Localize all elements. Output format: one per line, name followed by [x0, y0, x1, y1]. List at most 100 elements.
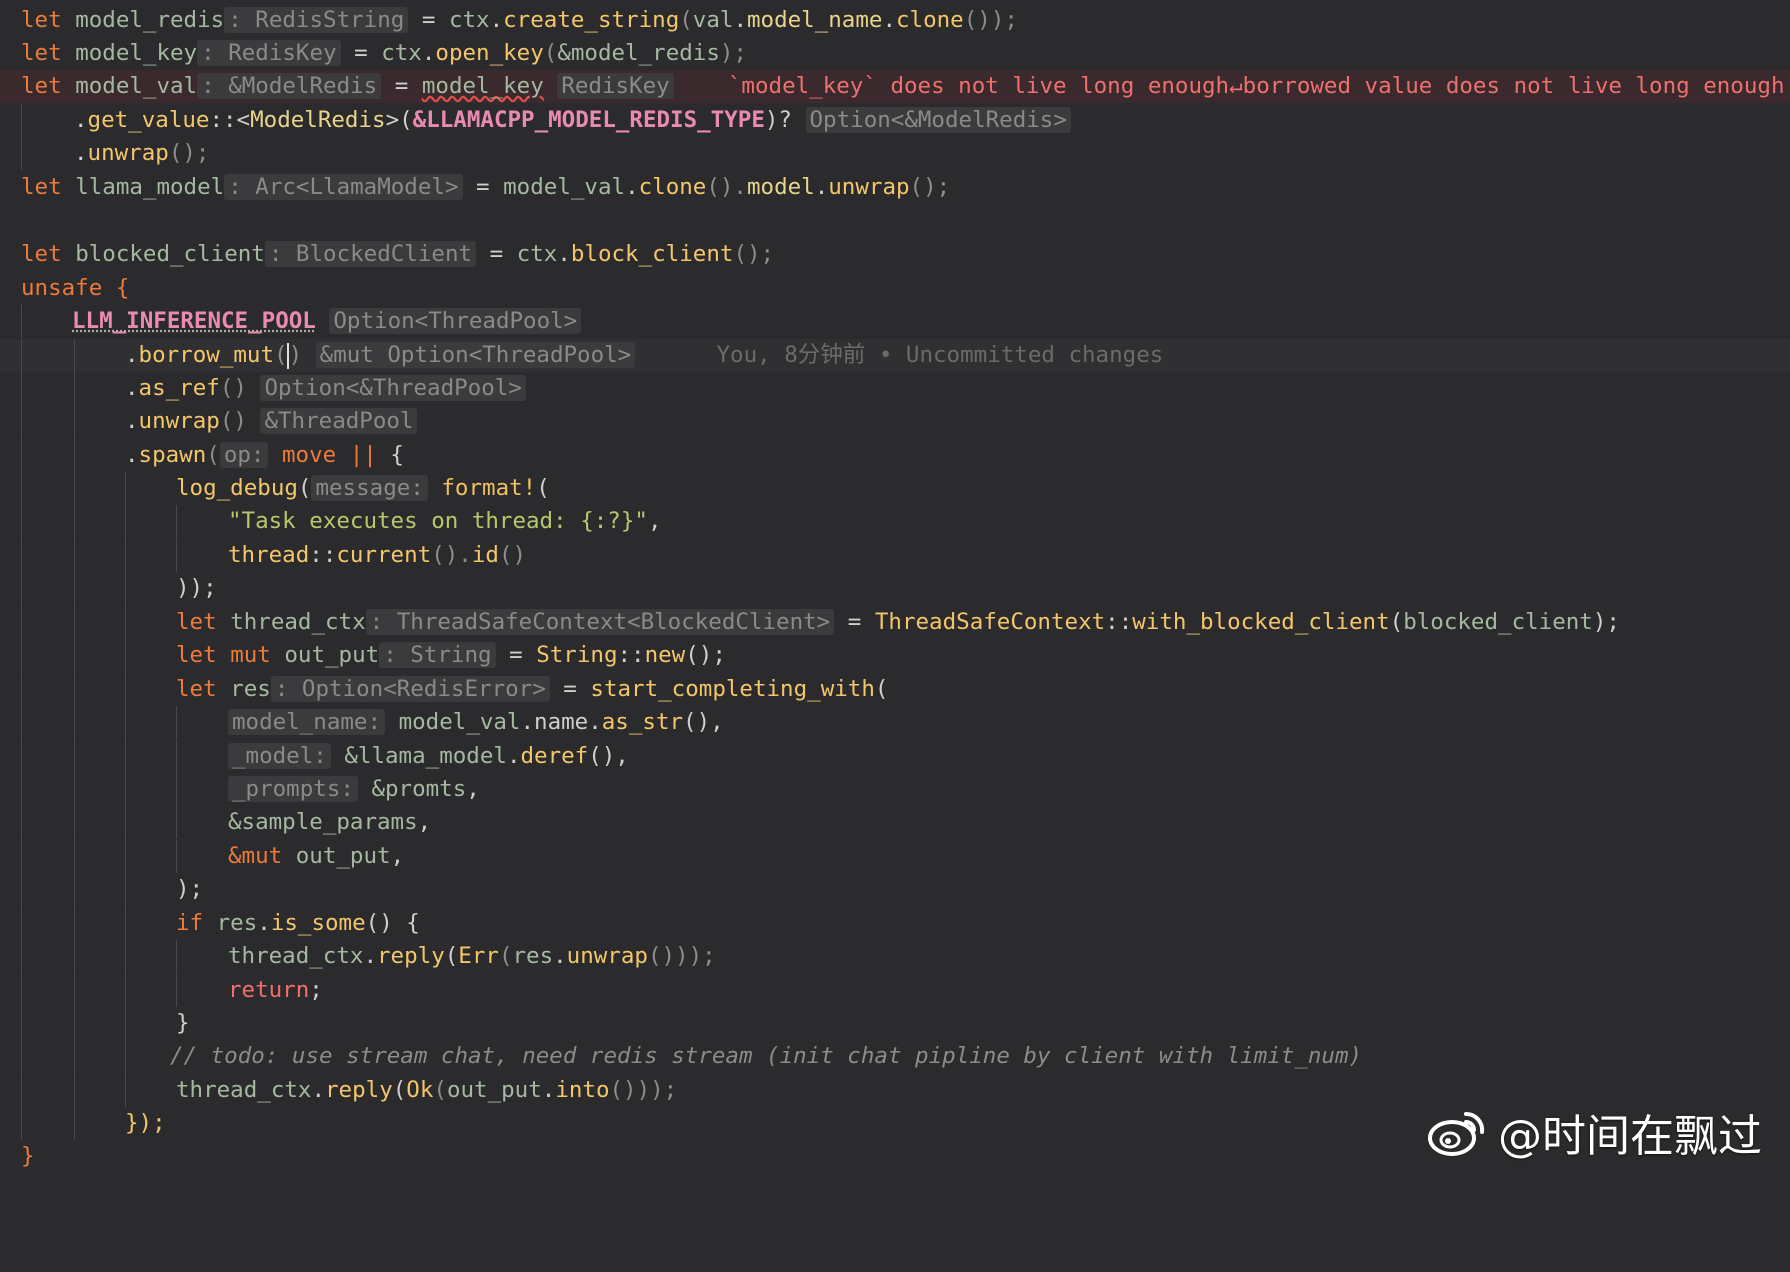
- keyword: let: [21, 174, 62, 200]
- punctuation: .: [125, 342, 139, 368]
- type-hint: RedisKey: [557, 73, 674, 99]
- indent-guide: [21, 539, 22, 572]
- indent-guide: [21, 505, 22, 538]
- module-path: thread: [228, 542, 310, 568]
- indent-guide: [125, 974, 126, 1007]
- punctuation: ;: [309, 977, 323, 1003]
- code-line[interactable]: return;: [0, 974, 1790, 1007]
- error-lens-message[interactable]: `model_key` does not live long enough↵bo…: [728, 73, 1785, 99]
- function-call: id: [471, 542, 499, 568]
- indent-guide: [21, 907, 22, 940]
- git-blame-annotation[interactable]: You, 8分钟前 • Uncommitted changes: [717, 342, 1164, 368]
- operator: =: [495, 642, 537, 668]
- static-constant: LLM_INFERENCE_POOL: [72, 308, 316, 334]
- function-call: reply: [325, 1077, 393, 1103]
- code-line[interactable]: let model_key: RedisKey = ctx.open_key(&…: [0, 37, 1790, 70]
- identifier: model_val: [75, 73, 198, 99]
- type-hint: Option<ThreadPool>: [329, 308, 582, 334]
- code-line[interactable]: unsafe {: [0, 272, 1790, 305]
- code-line[interactable]: .unwrap();: [0, 137, 1790, 170]
- indent-guide: [176, 773, 177, 806]
- indent-guide: [21, 104, 22, 137]
- code-editor[interactable]: let model_redis: RedisString = ctx.creat…: [0, 0, 1790, 1180]
- code-line[interactable]: // todo: use stream chat, need redis str…: [0, 1040, 1790, 1073]
- indent-guide: [125, 639, 126, 672]
- indent-guide: [74, 1074, 75, 1107]
- closure-pipes: ||: [336, 442, 377, 468]
- code-line[interactable]: let mut out_put: String = String::new();: [0, 639, 1790, 672]
- type-hint: : ThreadSafeContext<BlockedClient>: [365, 609, 835, 635]
- punctuation: ,: [417, 809, 432, 835]
- type-hint: : Option<RedisError>: [270, 676, 550, 702]
- function-call: start_completing_with: [590, 676, 875, 702]
- field: name: [534, 709, 589, 735]
- code-line[interactable]: ));: [0, 572, 1790, 605]
- keyword: if: [176, 910, 204, 936]
- indent-guide: [21, 1074, 22, 1107]
- indent-guide: [125, 539, 126, 572]
- code-line[interactable]: thread_ctx.reply(Err(res.unwrap()));: [0, 940, 1790, 973]
- code-line[interactable]: "Task executes on thread: {:?}",: [0, 505, 1790, 538]
- code-line[interactable]: &sample_params,: [0, 806, 1790, 839]
- operator: =: [462, 174, 504, 200]
- code-line[interactable]: .unwrap() &ThreadPool: [0, 405, 1790, 438]
- code-line[interactable]: log_debug(message: format!(: [0, 472, 1790, 505]
- punctuation: (: [274, 342, 288, 368]
- code-line[interactable]: let thread_ctx: ThreadSafeContext<Blocke…: [0, 606, 1790, 639]
- code-line[interactable]: let blocked_client: BlockedClient = ctx.…: [0, 238, 1790, 271]
- code-line[interactable]: _model: &llama_model.deref(),: [0, 740, 1790, 773]
- keyword: let: [176, 642, 217, 668]
- punctuation: .: [557, 241, 571, 267]
- punctuation: (: [498, 943, 513, 969]
- watermark: @时间在飘过: [1426, 1100, 1762, 1164]
- code-line[interactable]: let model_redis: RedisString = ctx.creat…: [0, 4, 1790, 37]
- punctuation: .: [553, 943, 567, 969]
- code-line[interactable]: &mut out_put,: [0, 840, 1790, 873]
- indent-guide: [74, 1107, 75, 1140]
- punctuation: .: [489, 7, 504, 33]
- identifier: model_key: [75, 40, 198, 66]
- indent-guide: [125, 706, 126, 739]
- function-call: spawn: [138, 442, 207, 468]
- code-line[interactable]: .get_value::<ModelRedis>(&LLAMACPP_MODEL…: [0, 104, 1790, 137]
- code-line[interactable]: .as_ref() Option<&ThreadPool>: [0, 372, 1790, 405]
- code-line[interactable]: if res.is_some() {: [0, 907, 1790, 940]
- punctuation: (): [498, 542, 527, 568]
- punctuation: (: [536, 475, 550, 501]
- function-call: with_blocked_client: [1132, 609, 1390, 635]
- code-line[interactable]: let llama_model: Arc<LlamaModel> = model…: [0, 171, 1790, 204]
- type-hint: Option<&ModelRedis>: [805, 107, 1071, 133]
- keyword: mut: [230, 642, 271, 668]
- punctuation: (: [444, 943, 459, 969]
- error-identifier[interactable]: model_key: [422, 73, 544, 99]
- code-line[interactable]: );: [0, 873, 1790, 906]
- function-call: open_key: [435, 40, 544, 66]
- code-line[interactable]: LLM_INFERENCE_POOL Option<ThreadPool>: [0, 305, 1790, 338]
- function-call: unwrap: [138, 408, 220, 434]
- code-line[interactable]: _prompts: &promts,: [0, 773, 1790, 806]
- punctuation: (: [297, 475, 312, 501]
- indent-guide: [125, 472, 126, 505]
- todo-comment: // todo: use stream chat, need redis str…: [170, 1043, 1363, 1069]
- punctuation: ().: [431, 542, 472, 568]
- identifier: val: [692, 7, 734, 33]
- code-line[interactable]: .spawn(op: move || {: [0, 439, 1790, 472]
- punctuation: .: [520, 709, 535, 735]
- punctuation: .: [506, 743, 521, 769]
- punctuation: (: [679, 7, 693, 33]
- function-call: current: [336, 542, 432, 568]
- indent-guide: [21, 339, 22, 372]
- code-line[interactable]: thread::current().id(): [0, 539, 1790, 572]
- function-call: borrow_mut: [138, 342, 275, 368]
- indent-guide: [21, 439, 22, 472]
- code-line-error[interactable]: let model_val: &ModelRedis = model_key R…: [0, 70, 1790, 103]
- code-line-current[interactable]: .borrow_mut() &mut Option<ThreadPool> Yo…: [0, 339, 1790, 372]
- closing-brace: }: [21, 1143, 35, 1169]
- indent-guide: [125, 1074, 126, 1107]
- code-line[interactable]: model_name: model_val.name.as_str(),: [0, 706, 1790, 739]
- identifier: blocked_client: [75, 241, 265, 267]
- operator: =: [476, 241, 517, 267]
- code-line[interactable]: let res: Option<RedisError> = start_comp…: [0, 673, 1790, 706]
- code-line[interactable]: }: [0, 1007, 1790, 1040]
- enum-variant: Ok: [406, 1077, 434, 1103]
